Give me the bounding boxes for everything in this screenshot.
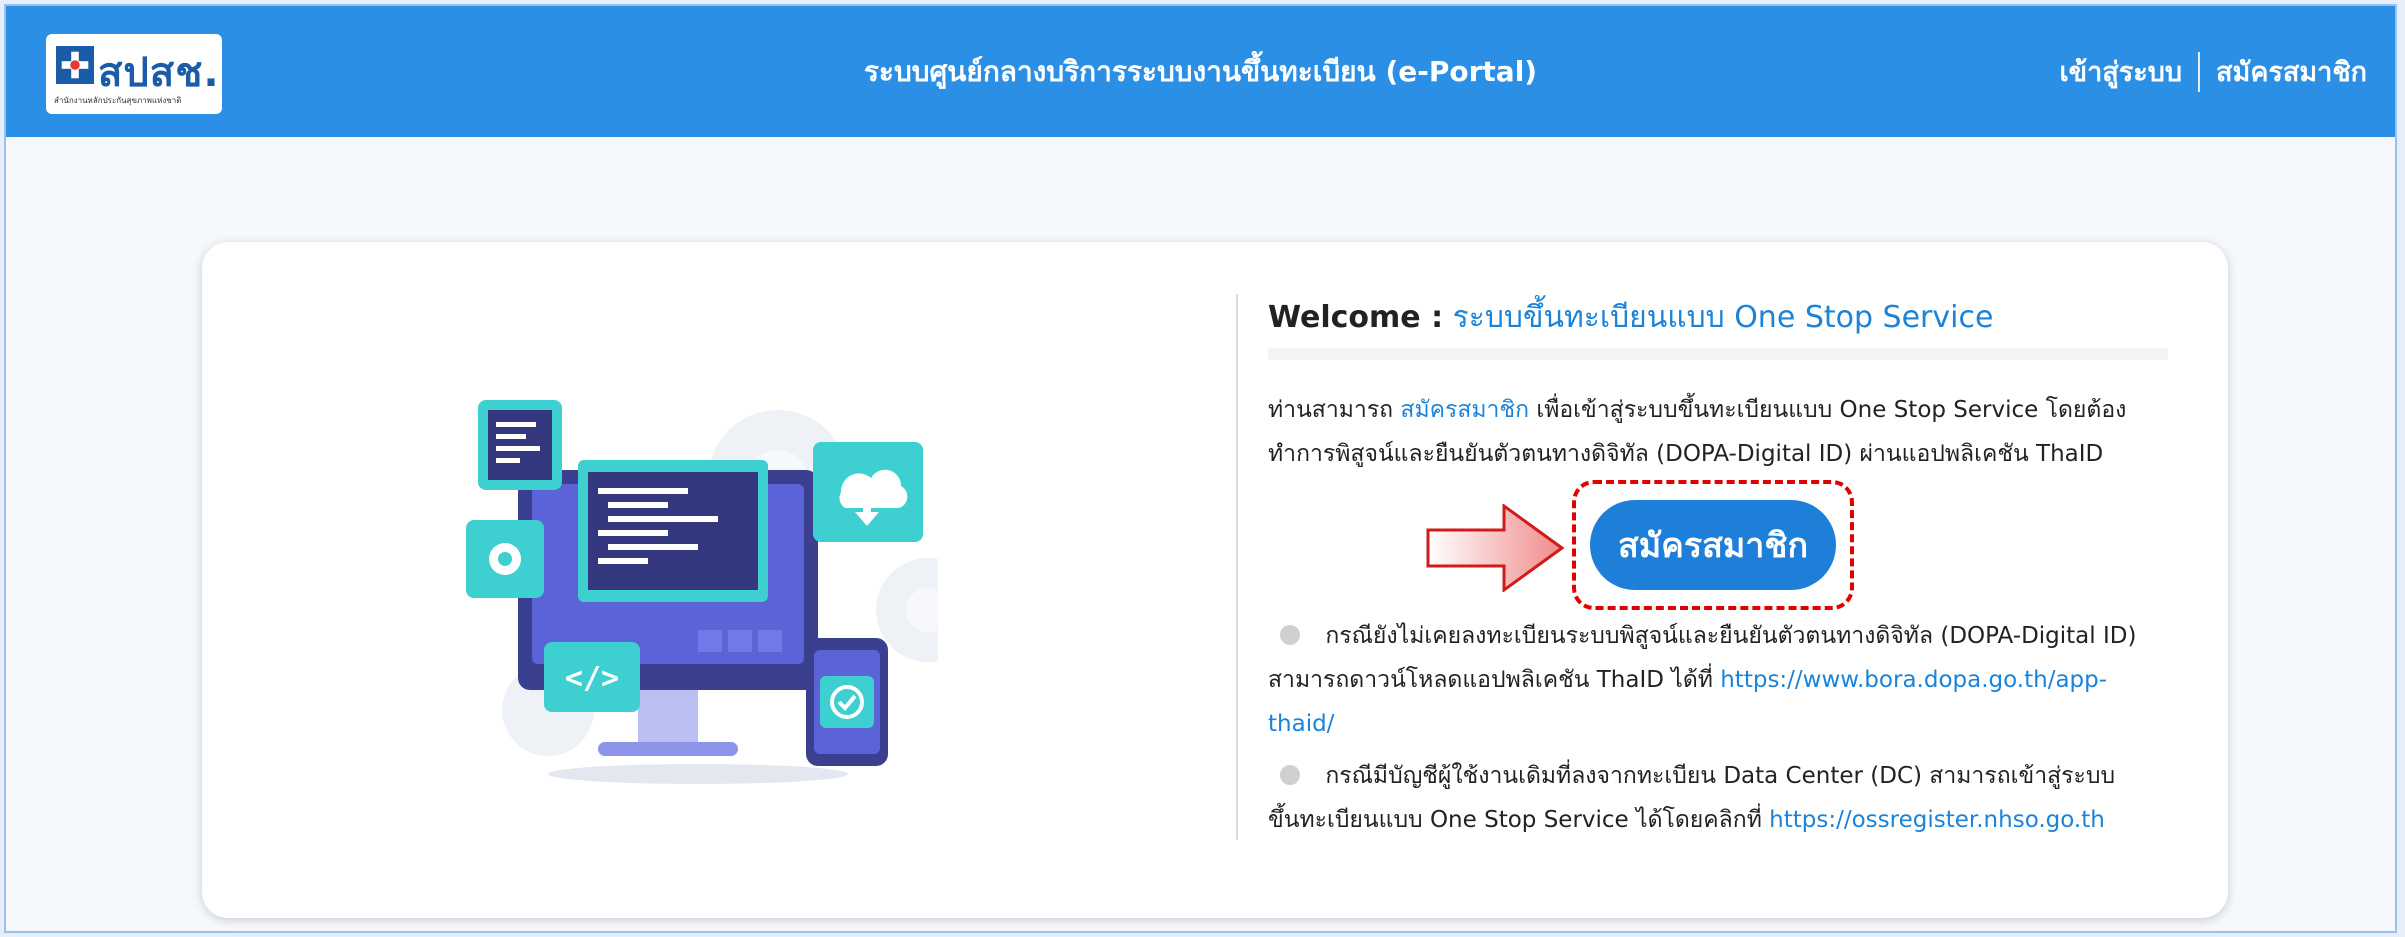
- info-dc-account: กรณีมีบัญชีผู้ใช้งานเดิมที่ลงจากทะเบียน …: [1268, 754, 2148, 842]
- logo-subtext: สำนักงานหลักประกันสุขภาพแห่งชาติ: [54, 96, 182, 105]
- browser-frame: สปสช. สำนักงานหลักประกันสุขภาพแห่งชาติ ร…: [4, 4, 2397, 933]
- portal-title: ระบบศูนย์กลางบริการระบบงานขึ้นทะเบียน (e…: [863, 55, 1538, 88]
- intro-prefix: ท่านสามารถ: [1268, 397, 1394, 423]
- login-link[interactable]: เข้าสู่ระบบ: [2059, 50, 2182, 93]
- column-divider: [1236, 294, 1238, 840]
- intro-suffix: เพื่อเข้าสู่ระบบขึ้นทะเบียนแบบ One Stop …: [1268, 397, 2127, 467]
- welcome-heading: Welcome : ระบบขึ้นทะเบียนแบบ One Stop Se…: [1268, 294, 1993, 341]
- register-inline-link[interactable]: สมัครสมาชิก: [1400, 397, 1529, 423]
- welcome-subtitle: ระบบขึ้นทะเบียนแบบ One Stop Service: [1452, 300, 1994, 335]
- info-thaid: กรณียังไม่เคยลงทะเบียนระบบพิสูจน์และยืนย…: [1268, 614, 2148, 746]
- intro-paragraph: ท่านสามารถ สมัครสมาชิก เพื่อเข้าสู่ระบบข…: [1268, 388, 2148, 476]
- top-navbar: สปสช. สำนักงานหลักประกันสุขภาพแห่งชาติ ร…: [6, 6, 2395, 137]
- computer-illustration: </>: [466, 400, 938, 784]
- welcome-card: </> Welcome : ระบบขึ้นทะเบียนแบบ One Sto…: [202, 242, 2228, 918]
- register-link[interactable]: สมัครสมาชิก: [2216, 50, 2367, 93]
- oss-register-link[interactable]: https://ossregister.nhso.go.th: [1769, 807, 2105, 833]
- heading-underline: [1268, 348, 2168, 360]
- divider: [2198, 51, 2201, 92]
- svg-text:</>: </>: [565, 661, 619, 696]
- arrow-right-icon: [1426, 504, 1565, 592]
- register-button[interactable]: สมัครสมาชิก: [1590, 500, 1836, 590]
- info-icon: [1280, 764, 1300, 785]
- auth-links: เข้าสู่ระบบ สมัครสมาชิก: [2059, 50, 2367, 93]
- info-icon: [1280, 624, 1300, 645]
- welcome-label: Welcome :: [1268, 300, 1444, 335]
- welcome-content: Welcome : ระบบขึ้นทะเบียนแบบ One Stop Se…: [1268, 242, 2168, 918]
